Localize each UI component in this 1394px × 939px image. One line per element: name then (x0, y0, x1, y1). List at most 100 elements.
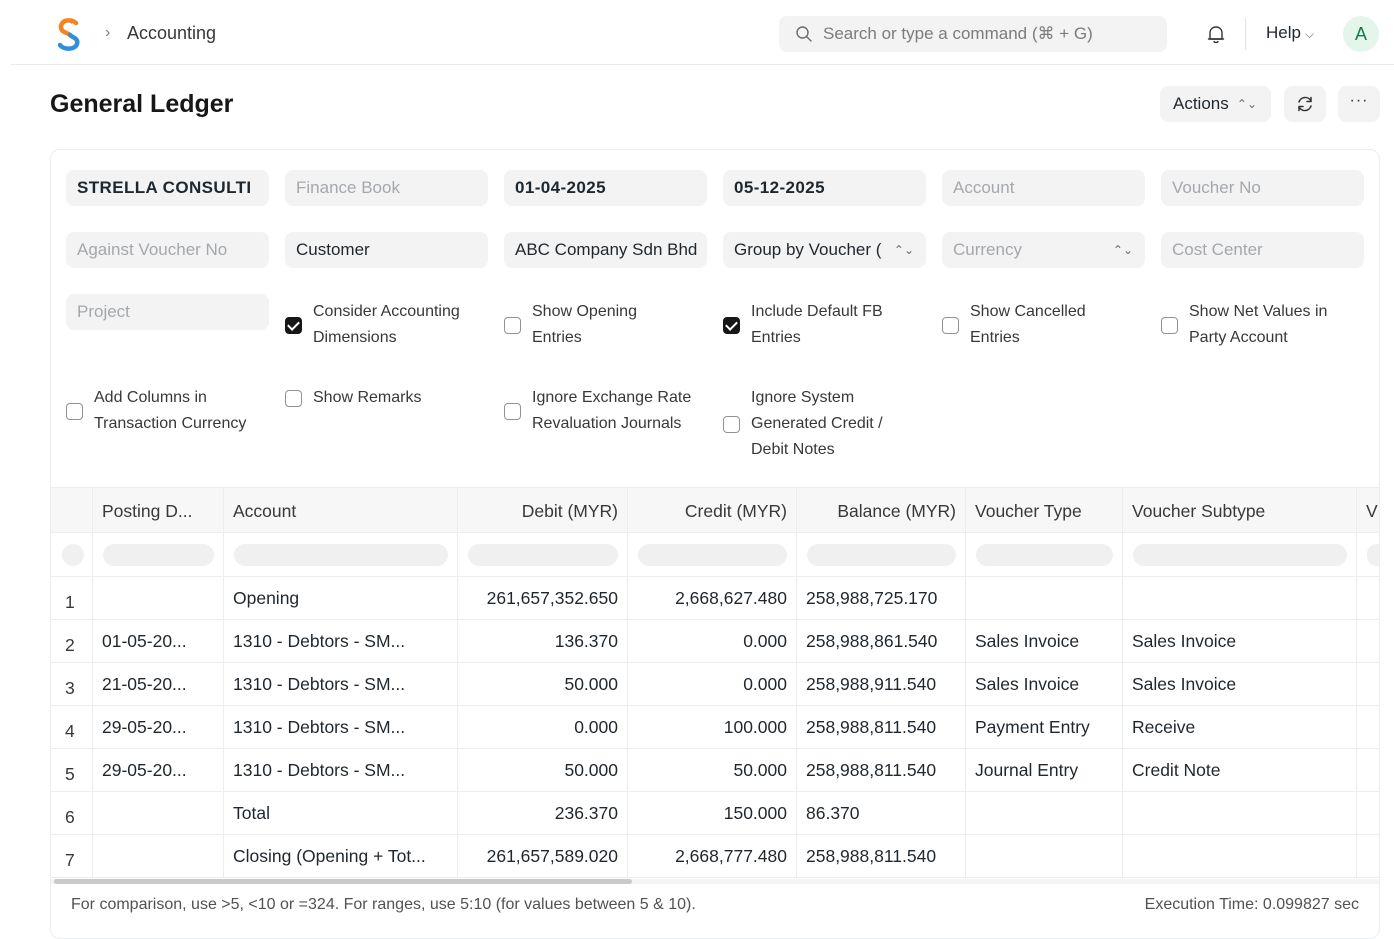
app-logo-icon[interactable] (54, 16, 84, 52)
to-date-field[interactable]: 05-12-2025 (723, 170, 926, 206)
show-remarks-checkbox[interactable]: Show Remarks (285, 385, 421, 411)
search-bar[interactable] (779, 16, 1167, 52)
help-dropdown[interactable]: Help ⌵ (1266, 23, 1314, 43)
debit-cell[interactable]: 50.000 (458, 749, 628, 791)
voucher-subtype-cell[interactable]: Sales Invoice (1123, 663, 1357, 705)
ignore-system-generated-notes-checkbox[interactable]: Ignore System Generated Credit / Debit N… (723, 385, 883, 463)
actions-button[interactable]: Actions ⌃⌄ (1160, 86, 1271, 122)
voucher-no-cell[interactable] (1357, 620, 1379, 662)
account-cell[interactable]: Closing (Opening + Tot... (224, 835, 458, 877)
voucher-subtype-cell[interactable] (1123, 835, 1357, 877)
posting-date-cell[interactable]: 29-05-20... (93, 706, 224, 748)
filter-checkbox[interactable] (62, 544, 84, 566)
voucher-no-cell[interactable] (1357, 835, 1379, 877)
credit-cell[interactable]: 0.000 (628, 620, 797, 662)
refresh-button[interactable] (1284, 86, 1326, 122)
column-header-balance[interactable]: Balance (MYR) (797, 488, 966, 532)
voucher-type-cell[interactable]: Sales Invoice (966, 620, 1123, 662)
debit-cell[interactable]: 0.000 (458, 706, 628, 748)
account-cell[interactable]: Total (224, 792, 458, 834)
ignore-exchange-rate-revaluation-checkbox[interactable]: Ignore Exchange Rate Revaluation Journal… (504, 385, 691, 437)
posting-date-cell[interactable] (93, 835, 224, 877)
credit-cell[interactable]: 100.000 (628, 706, 797, 748)
voucher-type-cell[interactable]: Payment Entry (966, 706, 1123, 748)
checkbox-checked-icon[interactable] (723, 316, 740, 334)
voucher-no-cell[interactable] (1357, 749, 1379, 791)
party-type-field[interactable]: Customer (285, 232, 488, 268)
checkbox-unchecked-icon[interactable] (285, 389, 302, 407)
group-by-select[interactable]: Group by Voucher ( ⌃⌄ (723, 232, 926, 268)
column-header-voucher-subtype[interactable]: Voucher Subtype (1123, 488, 1357, 532)
show-cancelled-entries-checkbox[interactable]: Show Cancelled Entries (942, 299, 1086, 351)
party-field[interactable]: ABC Company Sdn Bhd (504, 232, 707, 268)
more-options-button[interactable]: ··· (1338, 86, 1380, 122)
cost-center-field[interactable]: Cost Center (1161, 232, 1364, 268)
filter-input-balance[interactable] (807, 544, 956, 566)
horizontal-scrollbar[interactable] (51, 879, 1379, 884)
user-avatar[interactable]: A (1343, 16, 1379, 52)
column-header-account[interactable]: Account (224, 488, 458, 532)
posting-date-cell[interactable] (93, 792, 224, 834)
balance-cell[interactable]: 86.370 (797, 792, 966, 834)
account-cell[interactable]: 1310 - Debtors - SM... (224, 620, 458, 662)
table-row[interactable]: 6 Total 236.370 150.000 86.370 (51, 792, 1379, 835)
filter-input-posting-date[interactable] (103, 544, 214, 566)
table-row[interactable]: 7 Closing (Opening + Tot... 261,657,589.02… (51, 835, 1379, 878)
account-field[interactable]: Account (942, 170, 1145, 206)
search-input[interactable] (823, 16, 1153, 52)
show-net-values-checkbox[interactable]: Show Net Values in Party Account (1161, 299, 1327, 351)
finance-book-field[interactable]: Finance Book (285, 170, 488, 206)
notification-bell-icon[interactable] (1204, 22, 1228, 46)
voucher-type-cell[interactable]: Journal Entry (966, 749, 1123, 791)
checkbox-unchecked-icon[interactable] (504, 402, 521, 420)
column-header-credit[interactable]: Credit (MYR) (628, 488, 797, 532)
voucher-type-cell[interactable] (966, 835, 1123, 877)
balance-cell[interactable]: 258,988,811.540 (797, 706, 966, 748)
voucher-no-cell[interactable] (1357, 663, 1379, 705)
checkbox-unchecked-icon[interactable] (66, 402, 83, 420)
column-header-voucher-no[interactable]: V (1357, 488, 1379, 532)
voucher-subtype-cell[interactable]: Receive (1123, 706, 1357, 748)
filter-input-account[interactable] (234, 544, 448, 566)
filter-input-voucher-no[interactable] (1367, 544, 1379, 566)
balance-cell[interactable]: 258,988,725.170 (797, 577, 966, 619)
debit-cell[interactable]: 136.370 (458, 620, 628, 662)
add-columns-transaction-currency-checkbox[interactable]: Add Columns in Transaction Currency (66, 385, 246, 437)
against-voucher-no-field[interactable]: Against Voucher No (66, 232, 269, 268)
scrollbar-thumb[interactable] (54, 879, 632, 884)
voucher-no-cell[interactable] (1357, 706, 1379, 748)
balance-cell[interactable]: 258,988,811.540 (797, 749, 966, 791)
debit-cell[interactable]: 261,657,589.020 (458, 835, 628, 877)
include-default-fb-entries-checkbox[interactable]: Include Default FB Entries (723, 299, 883, 351)
debit-cell[interactable]: 261,657,352.650 (458, 577, 628, 619)
account-cell[interactable]: Opening (224, 577, 458, 619)
posting-date-cell[interactable]: 29-05-20... (93, 749, 224, 791)
column-header-posting-date[interactable]: Posting D... (93, 488, 224, 532)
checkbox-unchecked-icon[interactable] (723, 415, 740, 433)
column-header-voucher-type[interactable]: Voucher Type (966, 488, 1123, 532)
account-cell[interactable]: 1310 - Debtors - SM... (224, 706, 458, 748)
show-opening-entries-checkbox[interactable]: Show Opening Entries (504, 299, 637, 351)
voucher-type-cell[interactable] (966, 792, 1123, 834)
debit-cell[interactable]: 50.000 (458, 663, 628, 705)
voucher-subtype-cell[interactable]: Credit Note (1123, 749, 1357, 791)
balance-cell[interactable]: 258,988,811.540 (797, 835, 966, 877)
company-field[interactable]: STRELLA CONSULTI (66, 170, 269, 206)
consider-accounting-dimensions-checkbox[interactable]: Consider Accounting Dimensions (285, 299, 460, 351)
currency-select[interactable]: Currency ⌃⌄ (942, 232, 1145, 268)
credit-cell[interactable]: 2,668,627.480 (628, 577, 797, 619)
voucher-subtype-cell[interactable] (1123, 577, 1357, 619)
table-row[interactable]: 5 29-05-20... 1310 - Debtors - SM... 50.000… (51, 749, 1379, 792)
column-header-debit[interactable]: Debit (MYR) (458, 488, 628, 532)
credit-cell[interactable]: 0.000 (628, 663, 797, 705)
checkbox-unchecked-icon[interactable] (1161, 316, 1178, 334)
checkbox-checked-icon[interactable] (285, 316, 302, 334)
table-row[interactable]: 4 29-05-20... 1310 - Debtors - SM... 0.000 1… (51, 706, 1379, 749)
table-row[interactable]: 3 21-05-20... 1310 - Debtors - SM... 50.000… (51, 663, 1379, 706)
filter-input-credit[interactable] (638, 544, 787, 566)
voucher-no-cell[interactable] (1357, 792, 1379, 834)
from-date-field[interactable]: 01-04-2025 (504, 170, 707, 206)
account-cell[interactable]: 1310 - Debtors - SM... (224, 663, 458, 705)
voucher-type-cell[interactable] (966, 577, 1123, 619)
credit-cell[interactable]: 150.000 (628, 792, 797, 834)
